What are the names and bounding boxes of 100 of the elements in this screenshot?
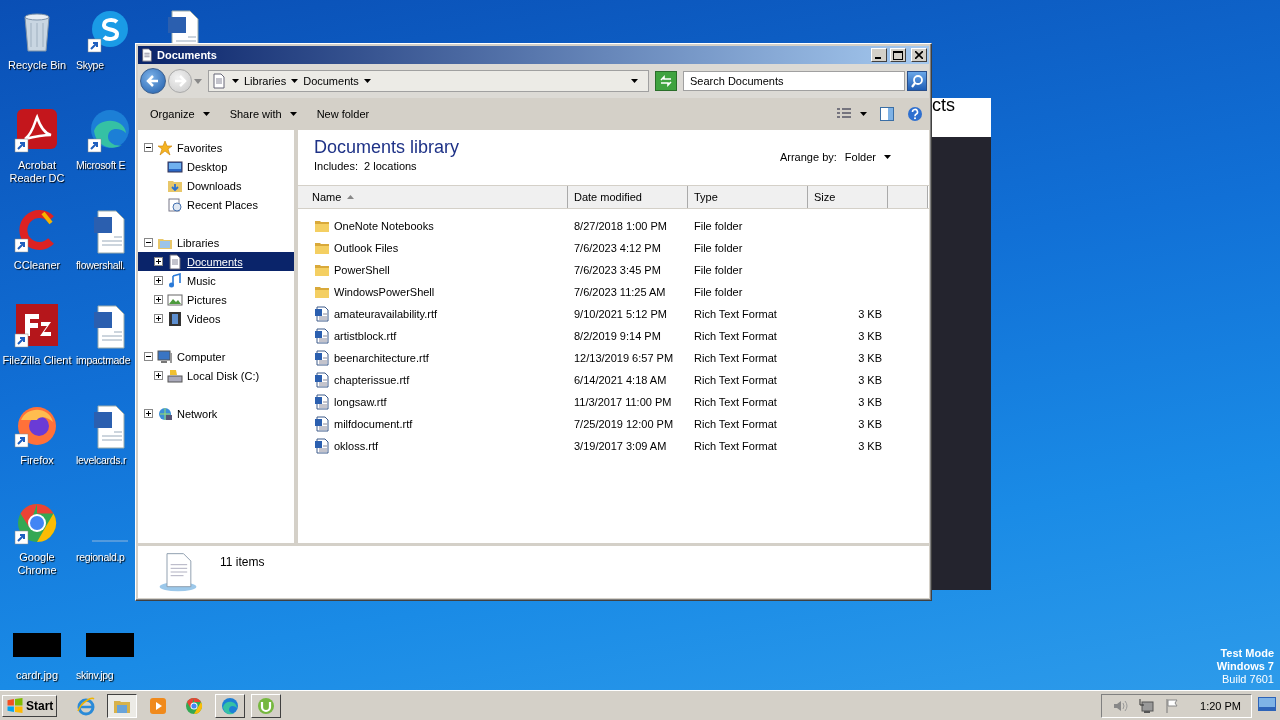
icon-label[interactable]: impactmade	[76, 354, 131, 367]
file-name[interactable]: milfdocument.rtf	[334, 418, 413, 430]
flag-icon[interactable]	[1164, 697, 1181, 714]
file-name[interactable]: chapterissue.rtf	[334, 374, 410, 386]
table-cell-text: File folder	[693, 286, 744, 298]
icon-label[interactable]: Acrobat Reader DC	[1, 159, 73, 185]
expander-icon[interactable]	[154, 257, 163, 266]
tree-item[interactable]: Recent Places	[187, 198, 258, 211]
monitor-icon	[1258, 697, 1276, 711]
start-button[interactable]: Start	[2, 694, 58, 717]
icon-label[interactable]: cardr.jpg	[15, 669, 59, 682]
tree-item[interactable]: Libraries	[177, 236, 220, 249]
expander-icon[interactable]	[144, 409, 153, 418]
tree-item[interactable]: Local Disk (C:)	[187, 369, 260, 382]
address-bar[interactable]: Libraries Documents	[208, 70, 649, 92]
tree-item[interactable]: Videos	[187, 312, 221, 325]
tree-item[interactable]: Desktop	[187, 160, 228, 173]
file-name[interactable]: amateuravailability.rtf	[334, 308, 438, 320]
tree-item[interactable]: Downloads	[187, 179, 242, 192]
caret-icon[interactable]	[291, 79, 299, 83]
tree-item[interactable]: Favorites	[177, 141, 223, 154]
maximize-icon	[893, 50, 903, 60]
breadcrumb-item[interactable]: Documents	[303, 75, 359, 87]
table-cell-text: 7/6/2023 4:12 PM	[573, 242, 662, 254]
desktop-status-text: Build 7601	[1222, 673, 1274, 686]
icon-label[interactable]: regionald.p	[76, 551, 125, 564]
icon-label[interactable]: Recycle Bin	[7, 59, 67, 72]
windows-flag-icon	[6, 698, 24, 713]
file-name[interactable]: beenarchitecture.rtf	[334, 352, 429, 364]
search-button[interactable]	[907, 71, 927, 91]
icon-label[interactable]: Google Chrome	[1, 551, 73, 577]
icon-label[interactable]: flowershall.	[76, 259, 125, 272]
maximize-button[interactable]	[890, 48, 906, 62]
tree-item[interactable]: Computer	[177, 350, 226, 363]
column-header[interactable]: Size	[808, 186, 888, 208]
table-cell-text: 6/14/2021 4:18 AM	[573, 374, 668, 386]
table-cell-text: Rich Text Format	[693, 330, 778, 342]
back-button[interactable]	[140, 68, 166, 94]
breadcrumb-item[interactable]: Libraries	[244, 75, 287, 87]
close-button[interactable]	[911, 48, 927, 62]
item-count: 11 items	[220, 555, 265, 569]
file-name[interactable]: WindowsPowerShell	[334, 286, 435, 298]
table-cell-text: Rich Text Format	[693, 440, 778, 452]
refresh-button[interactable]	[655, 71, 677, 91]
column-header[interactable]: Name	[298, 186, 568, 208]
expander-icon[interactable]	[154, 276, 163, 285]
file-name[interactable]: OneNote Notebooks	[334, 220, 434, 232]
monitor-icon	[167, 158, 183, 175]
icon-label[interactable]: Skype	[76, 59, 104, 72]
file-name[interactable]: okloss.rtf	[334, 440, 378, 452]
column-header[interactable]: Date modified	[568, 186, 688, 208]
minimize-button[interactable]	[871, 48, 887, 62]
file-name[interactable]: Outlook Files	[334, 242, 399, 254]
clock[interactable]: 1:20 PM	[1200, 699, 1241, 712]
file-name[interactable]: artistblock.rtf	[334, 330, 397, 342]
icon-label[interactable]: levelcards.r	[76, 454, 127, 467]
dropdown-caret-icon[interactable]	[631, 79, 638, 83]
expander-icon[interactable]	[144, 143, 153, 152]
arrange-dropdown[interactable]: Folder	[842, 149, 893, 165]
toolbar-button[interactable]: Share with	[223, 105, 303, 123]
expander-icon[interactable]	[154, 295, 163, 304]
ftp-app-icon[interactable]	[13, 302, 61, 350]
tree-item[interactable]: Network	[177, 407, 218, 420]
locations-link[interactable]: 2 locations	[364, 160, 417, 172]
icon-label[interactable]: FileZilla Client	[2, 354, 72, 367]
column-header[interactable]: Type	[688, 186, 808, 208]
expander-icon[interactable]	[144, 238, 153, 247]
expander-icon[interactable]	[154, 314, 163, 323]
table-cell-text: 3 KB	[857, 308, 883, 320]
tree-item[interactable]: Pictures	[187, 293, 227, 306]
show-desktop-button[interactable]	[1256, 697, 1278, 714]
caret-icon[interactable]	[232, 79, 239, 83]
caret-icon[interactable]	[363, 79, 371, 83]
document-icon	[314, 416, 330, 432]
search-field[interactable]: Search Documents	[683, 71, 905, 91]
library-title: Documents library	[314, 136, 460, 158]
table-cell-text: File folder	[693, 264, 744, 276]
tree-item[interactable]: Music	[187, 274, 216, 287]
network-icon[interactable]	[1138, 697, 1155, 714]
caret-icon[interactable]	[860, 112, 867, 116]
icon-label[interactable]: Microsoft E	[76, 159, 126, 172]
icon-label[interactable]: Firefox	[20, 454, 54, 467]
expander-icon[interactable]	[154, 371, 163, 380]
icon-label[interactable]: skinv.jpg	[76, 669, 114, 682]
browser-icon[interactable]	[184, 695, 205, 716]
taskbar-button[interactable]	[107, 693, 138, 718]
help-icon[interactable]	[907, 106, 923, 122]
icon-label[interactable]: CCleaner	[13, 259, 61, 272]
table-cell-text: 9/10/2021 5:12 PM	[573, 308, 668, 320]
tree-item[interactable]: Documents	[187, 255, 243, 268]
toolbar-button[interactable]: New folder	[310, 105, 376, 123]
table-cell-text: Rich Text Format	[693, 308, 778, 320]
table-cell-text: 3/19/2017 3:09 AM	[573, 440, 668, 452]
preview-pane-icon[interactable]	[879, 106, 895, 122]
expander-icon[interactable]	[144, 352, 153, 361]
file-name[interactable]: longsaw.rtf	[334, 396, 387, 408]
toolbar-button[interactable]: Organize	[144, 105, 216, 123]
file-name[interactable]: PowerShell	[334, 264, 390, 276]
desktop-status-text: Windows 7	[1216, 660, 1274, 673]
window-text: cts	[932, 98, 955, 112]
